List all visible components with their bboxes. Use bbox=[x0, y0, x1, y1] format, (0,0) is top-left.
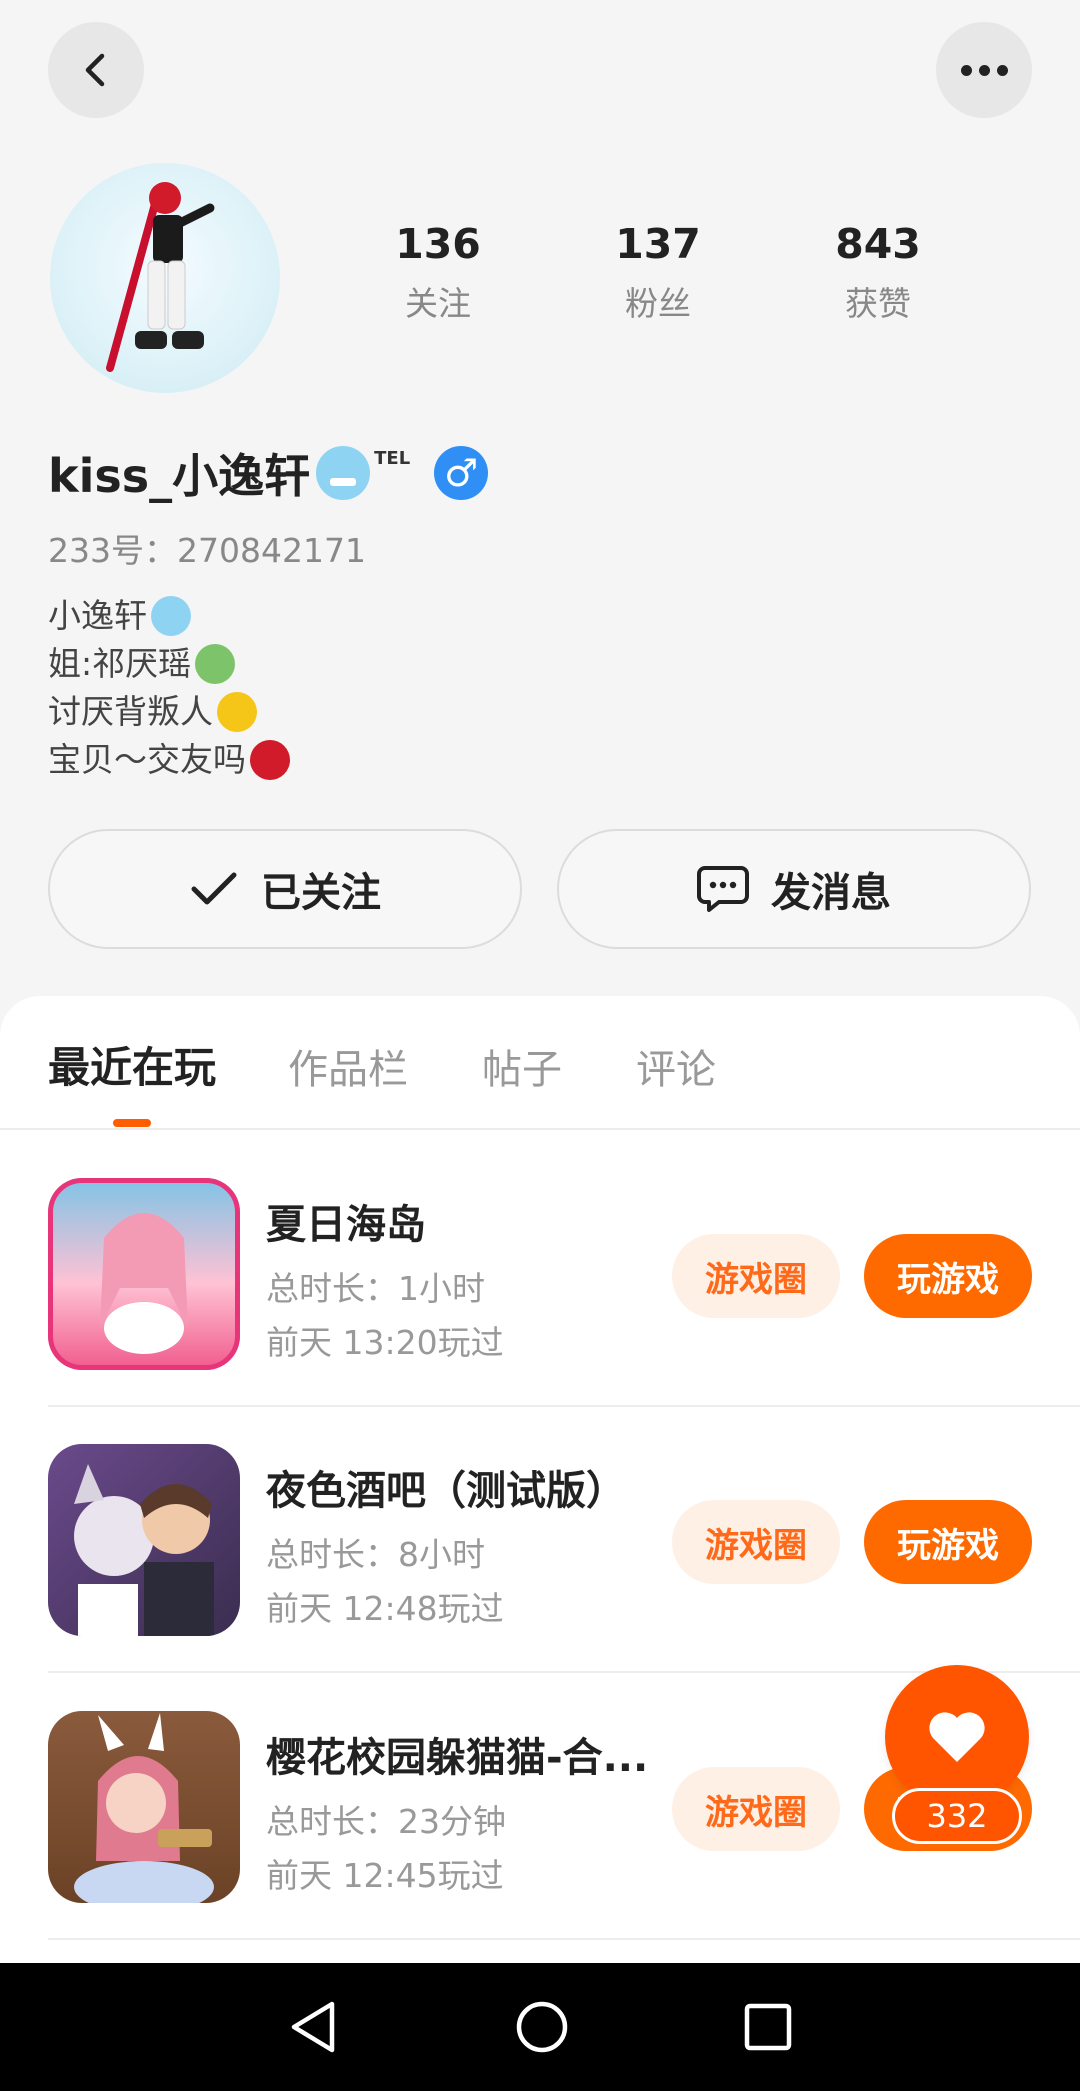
stat-value: 136 bbox=[395, 220, 481, 268]
like-count: 332 bbox=[892, 1788, 1022, 1844]
cold-face-emoji-icon bbox=[316, 446, 371, 500]
cold-face-emoji-icon bbox=[151, 596, 191, 636]
stat-label: 关注 bbox=[405, 284, 471, 324]
bio-line-text: 小逸轩 bbox=[48, 596, 147, 635]
leaf-emoji-icon bbox=[195, 644, 236, 684]
profile-name-row: kiss_小逸轩 TEL ♂ bbox=[48, 440, 489, 506]
followed-button[interactable]: 已关注 bbox=[48, 829, 522, 949]
circle-home-icon[interactable] bbox=[515, 2000, 569, 2054]
game-duration: 总时长：1小时 bbox=[266, 1269, 485, 1308]
active-tab-indicator bbox=[113, 1119, 151, 1127]
followed-button-label: 已关注 bbox=[261, 870, 381, 916]
stat-label: 获赞 bbox=[845, 284, 911, 324]
game-circle-button[interactable]: 游戏圈 bbox=[672, 1234, 840, 1318]
system-navigation-bar bbox=[0, 1963, 1080, 2091]
more-button[interactable] bbox=[936, 22, 1032, 118]
row-divider bbox=[48, 1405, 1080, 1407]
bio-line-text: 姐:祁厌瑶 bbox=[48, 644, 192, 683]
chat-bubble-icon bbox=[697, 866, 749, 912]
back-button[interactable] bbox=[48, 22, 144, 118]
game-title: 夜色酒吧（测试版） bbox=[266, 1468, 626, 1514]
game-icon[interactable] bbox=[48, 1178, 240, 1370]
game-last-played: 前天 12:48玩过 bbox=[266, 1589, 504, 1628]
game-icon[interactable] bbox=[48, 1444, 240, 1636]
profile-stats: 136 关注 137 粉丝 843 获赞 bbox=[328, 220, 988, 325]
rose-emoji-icon bbox=[250, 740, 290, 780]
send-message-button[interactable]: 发消息 bbox=[557, 829, 1031, 949]
heart-icon bbox=[929, 1712, 985, 1762]
game-circle-button[interactable]: 游戏圈 bbox=[672, 1767, 840, 1851]
tab-comments[interactable]: 评论 bbox=[636, 1037, 716, 1095]
bio: 小逸轩 姐:祁厌瑶 讨厌背叛人 宝贝～交友吗 bbox=[48, 592, 290, 784]
play-game-button[interactable]: 玩游戏 bbox=[864, 1500, 1032, 1584]
bio-line: 讨厌背叛人 bbox=[48, 688, 290, 736]
game-row[interactable]: 夜色酒吧（测试版） 总时长：8小时 前天 12:48玩过 游戏圈 玩游戏 bbox=[48, 1444, 1080, 1636]
stat-value: 843 bbox=[835, 220, 921, 268]
game-title: 夏日海岛 bbox=[266, 1202, 426, 1248]
game-icon-art bbox=[48, 1178, 240, 1370]
stat-label: 粉丝 bbox=[625, 284, 691, 324]
bio-line: 宝贝～交友吗 bbox=[48, 736, 290, 784]
stat-likes[interactable]: 843 获赞 bbox=[768, 220, 988, 325]
bio-line: 姐:祁厌瑶 bbox=[48, 640, 290, 688]
profile-tabs: 最近在玩 作品栏 帖子 评论 bbox=[48, 1034, 716, 1095]
username-superscript: TEL bbox=[374, 448, 411, 469]
game-row[interactable]: 夏日海岛 总时长：1小时 前天 13:20玩过 游戏圈 玩游戏 bbox=[48, 1178, 1080, 1370]
tab-recently-played[interactable]: 最近在玩 bbox=[48, 1034, 216, 1095]
game-icon[interactable] bbox=[48, 1711, 240, 1903]
male-gender-icon: ♂ bbox=[434, 446, 489, 500]
tab-posts[interactable]: 帖子 bbox=[482, 1037, 562, 1095]
chevron-left-icon bbox=[85, 53, 105, 87]
more-horizontal-icon bbox=[960, 64, 1008, 76]
check-icon bbox=[191, 872, 237, 905]
game-duration: 总时长：23分钟 bbox=[266, 1802, 506, 1841]
bio-line-text: 讨厌背叛人 bbox=[48, 692, 213, 731]
bio-line: 小逸轩 bbox=[48, 592, 290, 640]
user-id: 233号：270842171 bbox=[48, 531, 366, 570]
bio-line-text: 宝贝～交友吗 bbox=[48, 740, 246, 779]
triangle-back-icon[interactable] bbox=[288, 2000, 340, 2054]
tab-works[interactable]: 作品栏 bbox=[288, 1037, 408, 1095]
send-message-label: 发消息 bbox=[771, 870, 891, 916]
stat-followers[interactable]: 137 粉丝 bbox=[548, 220, 768, 325]
row-divider bbox=[48, 1938, 1080, 1940]
game-icon-art bbox=[74, 1464, 214, 1636]
avatar[interactable] bbox=[50, 163, 280, 393]
stat-following[interactable]: 136 关注 bbox=[328, 220, 548, 325]
game-title: 樱花校园躲猫猫-合... bbox=[266, 1735, 649, 1781]
game-last-played: 前天 12:45玩过 bbox=[266, 1856, 504, 1895]
avatar-figure bbox=[106, 182, 215, 372]
username: kiss_小逸轩 bbox=[48, 449, 311, 503]
zipper-mouth-emoji-icon bbox=[217, 692, 257, 732]
game-icon-art bbox=[74, 1713, 214, 1903]
game-duration: 总时长：8小时 bbox=[266, 1535, 485, 1574]
game-circle-button[interactable]: 游戏圈 bbox=[672, 1500, 840, 1584]
tabs-divider bbox=[0, 1128, 1080, 1130]
square-recents-icon[interactable] bbox=[744, 2003, 792, 2051]
play-game-button[interactable]: 玩游戏 bbox=[864, 1234, 1032, 1318]
stat-value: 137 bbox=[615, 220, 701, 268]
game-last-played: 前天 13:20玩过 bbox=[266, 1323, 504, 1362]
